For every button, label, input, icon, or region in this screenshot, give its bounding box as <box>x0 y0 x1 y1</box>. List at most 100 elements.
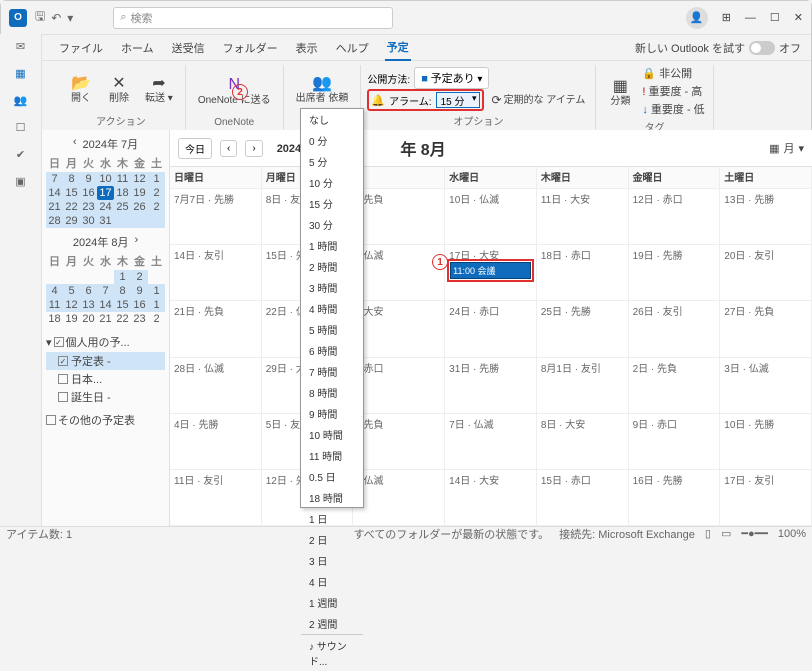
alarm-select[interactable]: 15 分 <box>436 92 480 108</box>
calendar-item-default[interactable]: ✓予定表 - <box>46 352 165 370</box>
today-button[interactable]: 今日 <box>178 138 212 159</box>
calendar-cell[interactable]: 20日 · 友引 <box>720 245 812 301</box>
tab-sendreceive[interactable]: 送受信 <box>170 36 207 60</box>
calendar-cell[interactable]: · 大安 <box>353 301 445 357</box>
alarm-option[interactable]: 1 週間 <box>301 592 363 613</box>
alarm-option[interactable]: 4 日 <box>301 571 363 592</box>
calendar-cell[interactable]: 17日 · 友引 <box>720 470 812 526</box>
qat-more-icon[interactable]: ▾ <box>67 11 73 25</box>
search-input[interactable]: 検索 <box>113 7 393 29</box>
calendar-cell[interactable]: 19日 · 先勝 <box>629 245 721 301</box>
forward-button[interactable]: ➦転送 ▾ <box>141 65 177 111</box>
importance-low-button[interactable]: ↓ 重要度 - 低 <box>642 101 704 117</box>
calendar-event[interactable]: 11:00 会議 <box>447 259 534 282</box>
alarm-option[interactable]: 11 時間 <box>301 445 363 466</box>
calendar-cell[interactable]: 2日 · 先負 <box>629 358 721 414</box>
alarm-option[interactable]: 0 分 <box>301 130 363 151</box>
alarm-option[interactable]: 4 時間 <box>301 298 363 319</box>
nav-tasks-icon[interactable]: ☐ <box>16 121 26 134</box>
ribbon-options-icon[interactable]: ⊞ <box>722 11 731 24</box>
tab-folder[interactable]: フォルダー <box>221 36 280 60</box>
delete-button[interactable]: ✕削除 <box>103 65 135 111</box>
zoom-slider[interactable]: ━●━━ <box>741 527 768 540</box>
alarm-option[interactable]: 9 時間 <box>301 403 363 424</box>
open-button[interactable]: 📂開く <box>65 65 97 111</box>
calendar-cell[interactable]: 3日 · 仏滅 <box>720 358 812 414</box>
tab-home[interactable]: ホーム <box>119 36 156 60</box>
calendar-cell[interactable]: 31日 · 先勝 <box>445 358 537 414</box>
calendar-cell[interactable]: 27日 · 先負 <box>720 301 812 357</box>
calendar-cell[interactable]: 7月7日 · 先勝 <box>170 189 262 245</box>
nav-people-icon[interactable]: 👥 <box>14 94 28 107</box>
alarm-option[interactable]: 7 時間 <box>301 361 363 382</box>
qat-save-icon[interactable]: 🖫 <box>35 7 45 28</box>
qat-undo-icon[interactable]: ↶ <box>51 11 61 25</box>
tab-file[interactable]: ファイル <box>57 36 105 60</box>
other-calendars-header[interactable]: その他の予定表 <box>46 410 165 430</box>
nav-more-icon[interactable]: ▣ <box>15 175 25 188</box>
new-outlook-toggle[interactable] <box>749 41 775 55</box>
publish-select[interactable]: ■ 予定あり ▾ <box>414 67 489 89</box>
alarm-option[interactable]: 15 分 <box>301 193 363 214</box>
alarm-option[interactable]: ♪ サウンド... <box>301 634 363 671</box>
calendar-cell[interactable]: 12日 · 赤口 <box>629 189 721 245</box>
calendar-cell[interactable]: 10日 · 先勝 <box>720 414 812 470</box>
close-icon[interactable]: ✕ <box>794 11 803 24</box>
nav-todo-icon[interactable]: ✔ <box>16 148 25 161</box>
alarm-option[interactable]: 30 分 <box>301 214 363 235</box>
mini-calendar-aug[interactable]: 日月火水木金土 12 4567891 1112131415161 1819202… <box>46 252 165 326</box>
tab-help[interactable]: ヘルプ <box>334 36 371 60</box>
alarm-option[interactable]: 6 時間 <box>301 340 363 361</box>
calendar-cell[interactable]: · 赤口 <box>353 358 445 414</box>
alarm-option[interactable]: 3 日 <box>301 550 363 571</box>
alarm-option[interactable]: 10 分 <box>301 172 363 193</box>
calendar-cell[interactable]: 10日 · 仏滅 <box>445 189 537 245</box>
calendar-cell[interactable]: 28日 · 仏滅 <box>170 358 262 414</box>
calendar-cell[interactable]: 9日 · 赤口 <box>629 414 721 470</box>
alarm-option[interactable]: 5 時間 <box>301 319 363 340</box>
view-icon[interactable]: ▦ <box>769 142 779 155</box>
view-select[interactable]: 月 <box>783 140 794 156</box>
mini-cal-next[interactable]: › <box>134 234 138 250</box>
calendar-cell[interactable]: 7日 · 仏滅 <box>445 414 537 470</box>
next-button[interactable]: › <box>245 140 262 157</box>
calendar-item-birthday[interactable]: 誕生日 - <box>46 388 165 406</box>
calendar-cell[interactable]: 8日 · 大安 <box>537 414 629 470</box>
alarm-option[interactable]: 3 時間 <box>301 277 363 298</box>
alarm-option[interactable]: なし <box>301 109 363 130</box>
calendar-cell[interactable]: · 先負 <box>353 189 445 245</box>
tab-appointment[interactable]: 予定 <box>385 35 411 61</box>
calendar-cell[interactable]: 18日 · 赤口 <box>537 245 629 301</box>
calendar-cell[interactable]: · 仏滅 <box>353 470 445 526</box>
calendar-cell[interactable]: 11日 · 大安 <box>537 189 629 245</box>
private-button[interactable]: 🔒 非公開 <box>642 65 704 81</box>
calendar-cell[interactable]: 11日 · 友引 <box>170 470 262 526</box>
calendar-cell[interactable]: 24日 · 赤口 <box>445 301 537 357</box>
calendar-cell[interactable]: 17日 · 大安11:00 会議 <box>445 245 537 301</box>
calendar-cell[interactable]: 14日 · 友引 <box>170 245 262 301</box>
nav-mail-icon[interactable]: ✉ <box>16 40 25 53</box>
tab-view[interactable]: 表示 <box>294 36 320 60</box>
recurrence-button[interactable]: ⟳定期的な アイテム <box>488 88 590 112</box>
calendar-cell[interactable]: 26日 · 友引 <box>629 301 721 357</box>
calendar-cell[interactable]: 14日 · 大安 <box>445 470 537 526</box>
view-normal-icon[interactable]: ▯ <box>705 527 711 540</box>
calendar-cell[interactable]: 4日 · 先勝 <box>170 414 262 470</box>
view-reading-icon[interactable]: ▭ <box>721 527 731 540</box>
alarm-option[interactable]: 1 日 <box>301 508 363 529</box>
alarm-option[interactable]: 10 時間 <box>301 424 363 445</box>
alarm-option[interactable]: 2 週間 <box>301 613 363 634</box>
calendar-item-japan[interactable]: 日本... <box>46 370 165 388</box>
calendar-cell[interactable]: · 先負 <box>353 414 445 470</box>
alarm-option[interactable]: 1 時間 <box>301 235 363 256</box>
nav-calendar-icon[interactable]: ▦ <box>15 67 25 80</box>
avatar[interactable]: 👤 <box>686 7 708 29</box>
calendar-cell[interactable]: 16日 · 先勝 <box>629 470 721 526</box>
alarm-dropdown[interactable]: なし0 分5 分10 分15 分30 分1 時間2 時間3 時間4 時間5 時間… <box>300 108 364 508</box>
alarm-option[interactable]: 18 時間 <box>301 487 363 508</box>
minimize-icon[interactable]: — <box>745 12 756 24</box>
alarm-option[interactable]: 8 時間 <box>301 382 363 403</box>
calendar-cell[interactable]: · 仏滅 <box>353 245 445 301</box>
calendar-cell[interactable]: 15日 · 赤口 <box>537 470 629 526</box>
alarm-option[interactable]: 0.5 日 <box>301 466 363 487</box>
